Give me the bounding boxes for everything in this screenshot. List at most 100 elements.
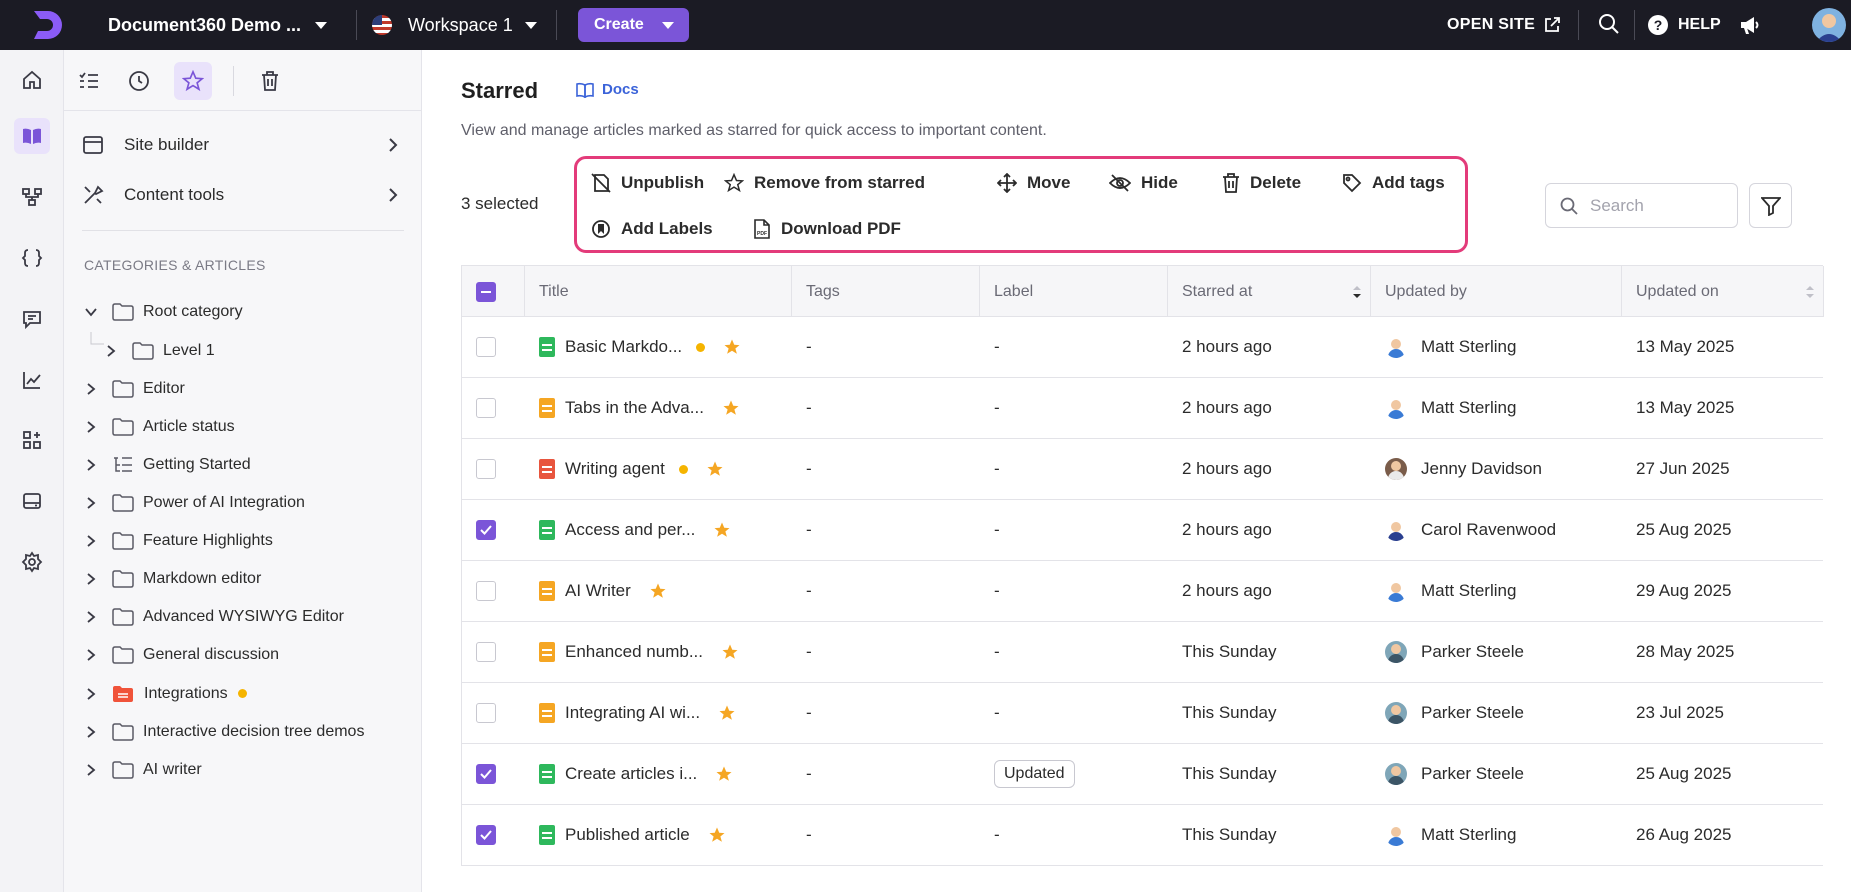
add-tags-button[interactable]: Add tags: [1342, 169, 1445, 197]
chevron-right-icon[interactable]: [84, 534, 98, 548]
help-button[interactable]: ? HELP: [1648, 0, 1721, 50]
article-title[interactable]: Integrating AI wi...: [565, 703, 700, 723]
article-title[interactable]: Access and per...: [565, 520, 695, 540]
trash-icon[interactable]: [251, 62, 289, 100]
feedback-icon[interactable]: [14, 301, 50, 337]
tree-item-markdown-editor[interactable]: Markdown editor: [64, 561, 422, 597]
megaphone-icon[interactable]: [1738, 13, 1762, 37]
article-title[interactable]: AI Writer: [565, 581, 631, 601]
book-icon[interactable]: [14, 118, 50, 154]
hierarchy-icon[interactable]: [14, 179, 50, 215]
star-icon[interactable]: [174, 62, 212, 100]
article-title[interactable]: Create articles i...: [565, 764, 697, 784]
drive-icon[interactable]: [14, 483, 50, 519]
star-filled-icon[interactable]: [721, 643, 739, 661]
project-selector[interactable]: Document360 Demo ...: [108, 0, 328, 50]
remove-from-starred-button[interactable]: Remove from starred: [724, 169, 925, 197]
tree-item-article-status[interactable]: Article status: [64, 409, 422, 445]
title-cell[interactable]: Access and per...: [525, 500, 792, 560]
title-cell[interactable]: Tabs in the Adva...: [525, 378, 792, 438]
tree-item-power-of-ai[interactable]: Power of AI Integration: [64, 485, 422, 521]
tree-item-feature-highlights[interactable]: Feature Highlights: [64, 523, 422, 559]
row-checkbox[interactable]: [476, 642, 496, 662]
create-button[interactable]: Create: [578, 8, 689, 42]
api-icon[interactable]: [14, 240, 50, 276]
star-filled-icon[interactable]: [649, 582, 667, 600]
home-icon[interactable]: [14, 62, 50, 98]
table-row[interactable]: AI Writer - - 2 hours ago Matt Sterling 29 Au…: [462, 561, 1823, 622]
add-labels-button[interactable]: Add Labels: [591, 215, 713, 243]
row-checkbox[interactable]: [476, 581, 496, 601]
star-filled-icon[interactable]: [718, 704, 736, 722]
docs-link[interactable]: Docs: [576, 81, 639, 98]
tree-item-editor[interactable]: Editor: [64, 371, 422, 407]
title-cell[interactable]: AI Writer: [525, 561, 792, 621]
article-title[interactable]: Writing agent: [565, 459, 665, 479]
delete-button[interactable]: Delete: [1222, 169, 1301, 197]
row-checkbox[interactable]: [476, 459, 496, 479]
select-all-checkbox[interactable]: [476, 281, 496, 302]
move-button[interactable]: Move: [997, 169, 1070, 197]
column-title[interactable]: Title: [525, 266, 792, 317]
row-checkbox[interactable]: [476, 337, 496, 357]
chevron-right-icon[interactable]: [84, 458, 98, 472]
table-row[interactable]: Tabs in the Adva... - - 2 hours ago Matt Ste…: [462, 378, 1823, 439]
chevron-down-icon[interactable]: [84, 305, 98, 319]
title-cell[interactable]: Writing agent: [525, 439, 792, 499]
star-filled-icon[interactable]: [715, 765, 733, 783]
chevron-right-icon[interactable]: [84, 382, 98, 396]
sort-icon[interactable]: [1805, 285, 1815, 299]
article-title[interactable]: Enhanced numb...: [565, 642, 703, 662]
chevron-right-icon[interactable]: [84, 572, 98, 586]
logo-icon[interactable]: [28, 7, 64, 43]
tree-item-level-1[interactable]: Level 1: [64, 333, 422, 369]
tree-item-ai-writer[interactable]: AI writer: [64, 752, 422, 788]
row-checkbox[interactable]: [476, 398, 496, 418]
title-cell[interactable]: Basic Markdo...: [525, 317, 792, 377]
chevron-right-icon[interactable]: [84, 763, 98, 777]
title-cell[interactable]: Create articles i...: [525, 744, 792, 804]
tree-item-advanced-wysiwyg[interactable]: Advanced WYSIWYG Editor: [64, 599, 422, 635]
star-filled-icon[interactable]: [708, 826, 726, 844]
tree-item-interactive-decision-tree[interactable]: Interactive decision tree demos: [64, 714, 422, 750]
tasks-icon[interactable]: [70, 62, 108, 100]
title-cell[interactable]: Integrating AI wi...: [525, 683, 792, 743]
article-title[interactable]: Basic Markdo...: [565, 337, 682, 357]
article-title[interactable]: Tabs in the Adva...: [565, 398, 704, 418]
chevron-right-icon[interactable]: [84, 687, 98, 701]
chevron-right-icon[interactable]: [84, 610, 98, 624]
tree-item-general-discussion[interactable]: General discussion: [64, 637, 422, 673]
search-field[interactable]: [1545, 183, 1738, 228]
tree-item-integrations[interactable]: Integrations: [64, 676, 422, 712]
search-icon[interactable]: [1598, 13, 1620, 35]
star-filled-icon[interactable]: [713, 521, 731, 539]
unpublish-button[interactable]: Unpublish: [591, 169, 704, 197]
chevron-right-icon[interactable]: [104, 344, 118, 358]
chevron-right-icon[interactable]: [84, 420, 98, 434]
star-filled-icon[interactable]: [723, 338, 741, 356]
table-row[interactable]: Access and per... - - 2 hours ago Carol Rave…: [462, 500, 1823, 561]
filter-button[interactable]: [1749, 183, 1792, 228]
column-updated-on[interactable]: Updated on: [1622, 266, 1824, 317]
hide-button[interactable]: Hide: [1109, 169, 1178, 197]
row-checkbox[interactable]: [476, 764, 496, 784]
user-avatar[interactable]: [1812, 8, 1846, 42]
row-checkbox[interactable]: [476, 520, 496, 540]
sort-icon[interactable]: [1352, 285, 1362, 299]
site-builder-link[interactable]: Site builder: [82, 125, 404, 165]
open-site-link[interactable]: OPEN SITE: [1447, 0, 1561, 50]
analytics-icon[interactable]: [14, 362, 50, 398]
table-row[interactable]: Integrating AI wi... - - This Sunday Parker …: [462, 683, 1823, 744]
row-checkbox[interactable]: [476, 825, 496, 845]
workspace-selector[interactable]: Workspace 1: [372, 0, 537, 50]
chevron-right-icon[interactable]: [84, 496, 98, 510]
star-filled-icon[interactable]: [722, 399, 740, 417]
download-pdf-button[interactable]: PDF Download PDF: [753, 215, 901, 243]
settings-icon[interactable]: [14, 544, 50, 580]
tree-item-getting-started[interactable]: Getting Started: [64, 447, 422, 483]
widgets-icon[interactable]: [14, 422, 50, 458]
table-row[interactable]: Basic Markdo... - - 2 hours ago Matt Sterlin…: [462, 317, 1823, 378]
table-row[interactable]: Writing agent - - 2 hours ago Jenny Davidson…: [462, 439, 1823, 500]
column-starred-at[interactable]: Starred at: [1168, 266, 1371, 317]
title-cell[interactable]: Published article: [525, 805, 792, 865]
